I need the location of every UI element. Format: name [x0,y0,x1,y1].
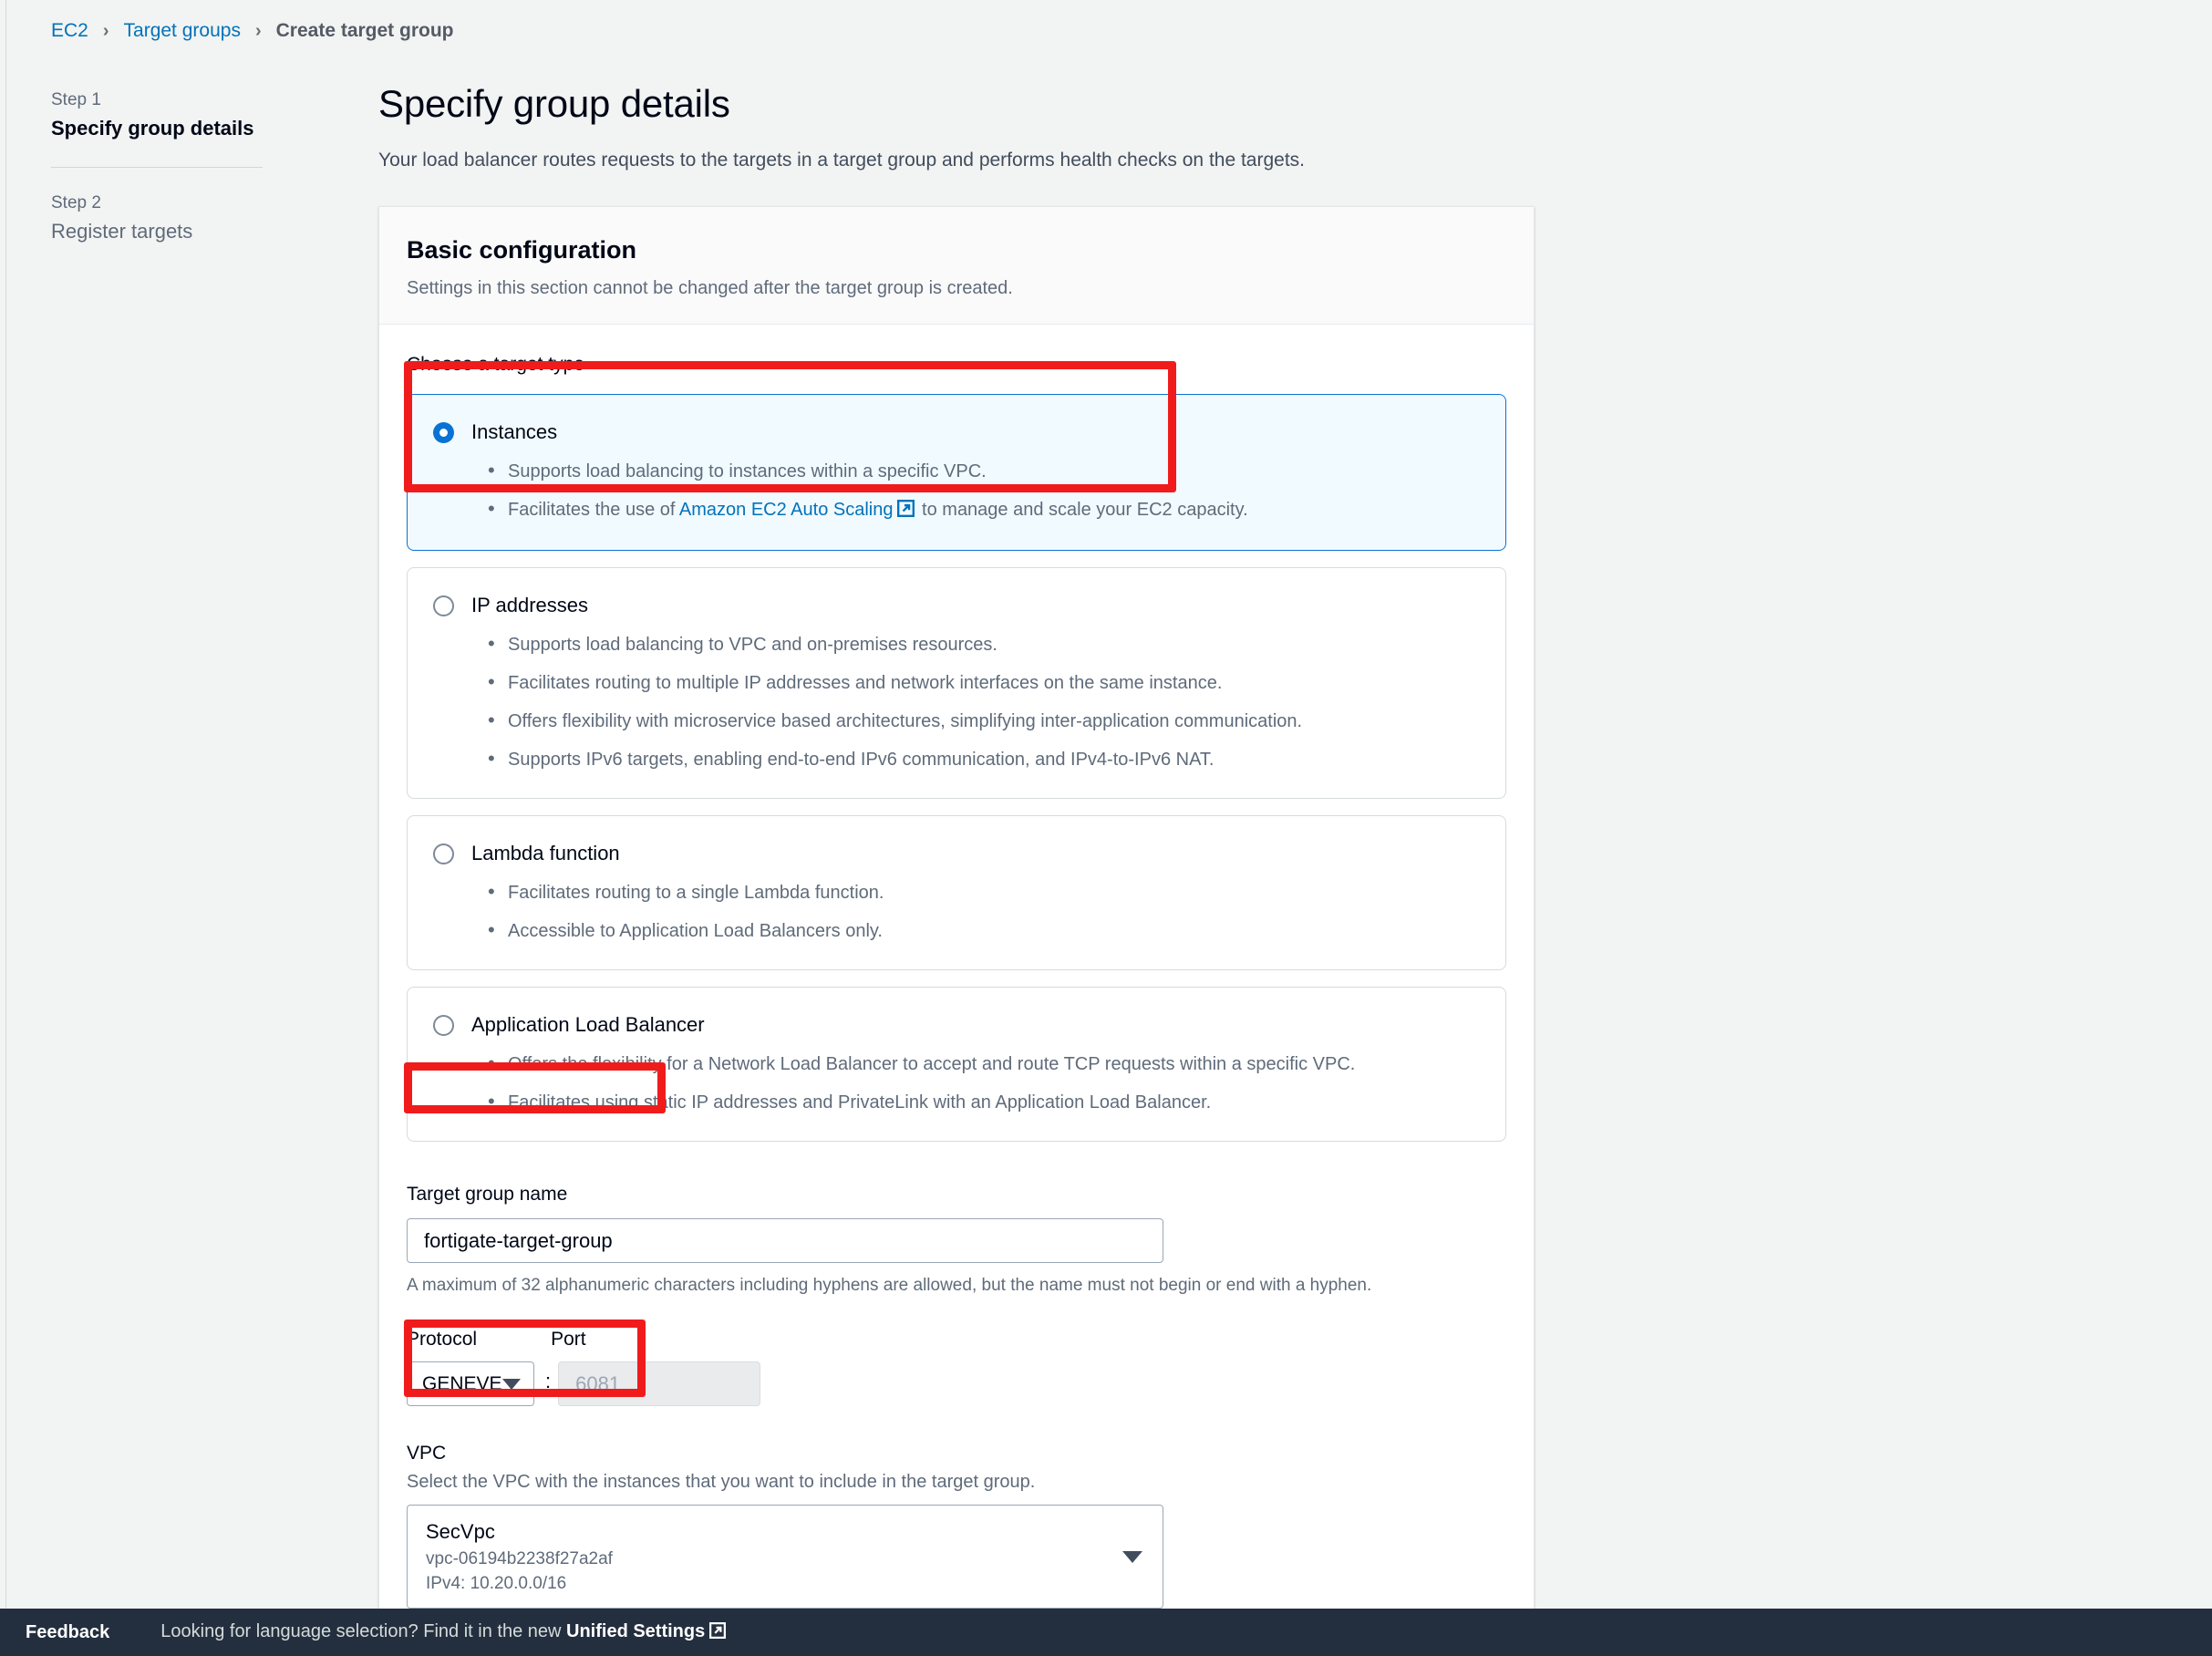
step-1-kicker: Step 1 [51,90,101,109]
target-type-label: Choose a target type [407,354,584,375]
main-content: Specify group details Your load balancer… [378,82,1535,1656]
target-type-application-load-balancer-label: Application Load Balancer [471,1013,705,1036]
target-group-name-label: Target group name [407,1184,568,1205]
list-item: Supports load balancing to VPC and on-pr… [486,631,1480,657]
target-type-instances-label: Instances [471,420,558,443]
list-item: Facilitates routing to multiple IP addre… [486,669,1480,696]
list-item: Supports IPv6 targets, enabling end-to-e… [486,746,1480,772]
radio-application-load-balancer[interactable] [433,1015,454,1036]
page-subtitle: Your load balancer routes requests to th… [378,150,1306,171]
vpc-selected-name: SecVpc [426,1520,495,1543]
protocol-select[interactable]: GENEVE [407,1361,534,1406]
wizard-step-1[interactable]: Step 1 Specify group details [51,87,263,143]
vpc-selected-cidr: IPv4: 10.20.0.0/16 [426,1574,567,1593]
protocol-selected-value: GENEVE [422,1372,502,1394]
protocol-field: Protocol GENEVE [407,1327,534,1406]
step-1-title: Specify group details [51,117,254,140]
target-group-name-help: A maximum of 32 alphanumeric characters … [407,1276,1372,1295]
target-type-ip-addresses-bullets: Supports load balancing to VPC and on-pr… [486,631,1480,772]
vpc-label: VPC [407,1443,447,1464]
amazon-ec2-auto-scaling-link[interactable]: Amazon EC2 Auto Scaling [679,500,894,520]
breadcrumb-item-ec2[interactable]: EC2 [51,18,88,44]
basic-configuration-header: Basic configuration Settings in this sec… [379,207,1534,325]
port-label: Port [551,1329,586,1350]
vpc-selected-details: SecVpc vpc-06194b2238f27a2af IPv4: 10.20… [426,1518,613,1595]
page-left-divider [5,0,6,1629]
vpc-description: Select the VPC with the instances that y… [407,1472,1036,1492]
breadcrumb-separator-icon: › [102,21,109,41]
list-item: Accessible to Application Load Balancers… [486,917,1480,944]
external-link-icon[interactable] [709,1621,727,1644]
protocol-label: Protocol [407,1329,478,1350]
unified-settings-link[interactable]: Unified Settings [566,1621,705,1641]
bullet-text: Supports load balancing to instances wit… [508,461,987,481]
breadcrumb-item-create-target-group: Create target group [275,20,454,41]
step-2-title: Register targets [51,220,193,243]
list-item: Offers flexibility with microservice bas… [486,708,1480,734]
list-item: Supports load balancing to instances wit… [486,458,1480,484]
breadcrumb-separator-icon: › [254,21,262,41]
chevron-down-icon[interactable] [1122,1550,1142,1563]
basic-configuration-card: Basic configuration Settings in this sec… [378,206,1535,1640]
language-notice-text: Looking for language selection? Find it … [160,1620,567,1641]
page-title: Specify group details [378,82,730,125]
basic-configuration-description: Settings in this section cannot be chang… [407,278,1013,298]
breadcrumb: EC2 › Target groups › Create target grou… [51,18,454,44]
breadcrumb-item-target-groups[interactable]: Target groups [124,18,241,44]
target-type-option-ip-addresses[interactable]: IP addresses Supports load balancing to … [407,567,1506,799]
list-item: Facilitates using static IP addresses an… [486,1089,1480,1115]
target-type-application-load-balancer-bullets: Offers the flexibility for a Network Loa… [486,1051,1480,1115]
port-input: 6081 [558,1361,761,1406]
target-type-option-instances[interactable]: Instances Supports load balancing to ins… [407,394,1506,551]
port-field: Port 6081 [551,1327,761,1406]
target-type-option-lambda-function[interactable]: Lambda function Facilitates routing to a… [407,815,1506,970]
list-item: Facilitates the use of Amazon EC2 Auto S… [486,496,1480,524]
chevron-down-icon[interactable] [502,1378,521,1390]
basic-configuration-title: Basic configuration [407,236,637,264]
list-item: Facilitates routing to a single Lambda f… [486,879,1480,906]
step-nav-divider [51,167,263,168]
basic-configuration-body: Choose a target type Instances Supports … [379,325,1534,1640]
target-type-ip-addresses-label: IP addresses [471,594,589,616]
bullet-text-pre: Facilitates the use of [508,500,679,520]
step-2-kicker: Step 2 [51,193,101,212]
radio-instances[interactable] [433,422,454,443]
feedback-link[interactable]: Feedback [26,1622,109,1643]
wizard-step-2[interactable]: Step 2 Register targets [51,190,263,246]
target-type-instances-bullets: Supports load balancing to instances wit… [486,458,1480,524]
list-item: Offers the flexibility for a Network Loa… [486,1051,1480,1077]
bullet-text-post: to manage and scale your EC2 capacity. [916,500,1248,520]
language-selection-notice: Looking for language selection? Find it … [160,1621,728,1644]
vpc-select[interactable]: SecVpc vpc-06194b2238f27a2af IPv4: 10.20… [407,1505,1163,1609]
target-type-option-application-load-balancer[interactable]: Application Load Balancer Offers the fle… [407,987,1506,1142]
target-group-name-input[interactable]: fortigate-target-group [407,1218,1163,1263]
wizard-step-nav: Step 1 Specify group details Step 2 Regi… [51,87,263,246]
radio-ip-addresses[interactable] [433,595,454,616]
footer-bar: Feedback Looking for language selection?… [0,1609,2212,1656]
vpc-selected-id: vpc-06194b2238f27a2af [426,1549,613,1568]
target-type-lambda-function-label: Lambda function [471,842,620,864]
external-link-icon[interactable] [897,499,915,524]
radio-lambda-function[interactable] [433,844,454,864]
target-type-lambda-function-bullets: Facilitates routing to a single Lambda f… [486,879,1480,944]
